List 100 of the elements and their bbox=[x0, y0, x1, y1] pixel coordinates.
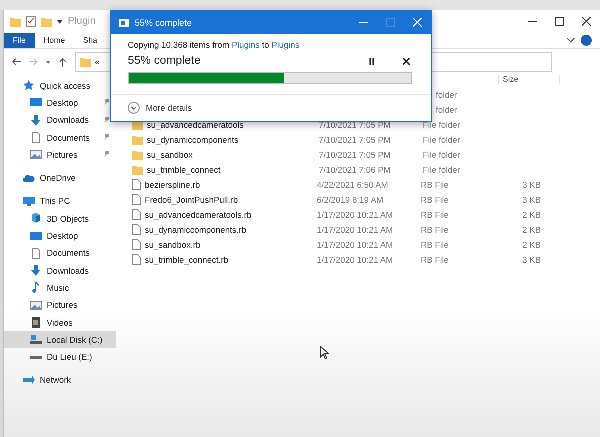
pause-icon bbox=[369, 58, 375, 64]
sidebar-item[interactable]: 3D Objects bbox=[4, 210, 116, 228]
music-icon bbox=[30, 282, 42, 294]
file-icon bbox=[132, 224, 141, 235]
pictures-icon bbox=[30, 300, 42, 311]
file-name[interactable]: su_advancedcameratools bbox=[147, 120, 319, 130]
file-name[interactable]: Fredo6_JointPushPull.rb bbox=[145, 194, 317, 204]
properties-icon[interactable] bbox=[26, 16, 36, 27]
sidebar-item[interactable]: Network bbox=[4, 372, 116, 390]
cloud-icon bbox=[23, 172, 35, 184]
star-icon bbox=[23, 80, 35, 92]
file-name[interactable]: su_sandbox.rb bbox=[145, 240, 317, 250]
date-cell-text: 1/17/2020 10:21 AM bbox=[317, 224, 394, 234]
folder-icon bbox=[132, 134, 143, 144]
sidebar-item[interactable]: Local Disk (C:) bbox=[4, 331, 116, 348]
size-cell-text: 2 KB bbox=[522, 240, 541, 250]
type-cell-text: File folder bbox=[423, 150, 462, 160]
folder-icon bbox=[10, 16, 21, 26]
size-cell-text: 3 KB bbox=[522, 254, 541, 264]
sidebar-item[interactable]: Documents bbox=[4, 128, 116, 146]
type-cell-text: RB File bbox=[421, 254, 450, 264]
document-icon bbox=[30, 132, 42, 144]
download-icon bbox=[30, 114, 42, 126]
sidebar-item[interactable]: Pictures bbox=[4, 146, 116, 164]
file-name[interactable]: su_trimble_connect bbox=[147, 164, 319, 174]
cube-icon bbox=[30, 213, 42, 224]
download-icon bbox=[30, 265, 42, 276]
size-cell-text: 2 KB bbox=[522, 224, 541, 234]
desktop-icon bbox=[30, 230, 42, 242]
type-cell-text: RB File bbox=[421, 210, 450, 220]
file-name[interactable]: su_advancedcameratools.rb bbox=[145, 210, 317, 220]
sidebar-item[interactable]: Downloads bbox=[4, 112, 116, 129]
ribbon-tab[interactable]: File bbox=[4, 33, 35, 48]
type-cell-text: RB File bbox=[421, 240, 450, 250]
sidebar-item[interactable]: This PC bbox=[4, 192, 116, 210]
file-icon bbox=[132, 209, 141, 220]
date-cell-text: 1/17/2020 10:21 AM bbox=[317, 254, 394, 264]
type-cell-text: RB File bbox=[421, 194, 450, 204]
close-icon bbox=[402, 58, 410, 64]
sidebar-item[interactable]: Desktop bbox=[4, 227, 116, 245]
type-cell-text: File folder bbox=[423, 164, 462, 174]
file-icon bbox=[132, 194, 141, 205]
date-cell-text: 1/17/2020 10:21 AM bbox=[317, 240, 394, 250]
folder-icon bbox=[132, 150, 143, 160]
destination-link[interactable]: Plugins bbox=[272, 40, 300, 50]
date-cell-text: 7/10/2021 7:05 PM bbox=[319, 134, 392, 144]
type-cell-text: folder bbox=[436, 104, 458, 114]
copy-icon bbox=[119, 18, 129, 26]
help-icon[interactable] bbox=[581, 35, 592, 46]
type-cell-text: folder bbox=[436, 90, 458, 100]
chevron-down-icon[interactable] bbox=[567, 38, 575, 43]
dropdown-icon[interactable] bbox=[57, 19, 63, 24]
date-cell-text: 7/10/2021 7:05 PM bbox=[319, 150, 392, 160]
sidebar-item[interactable]: Videos bbox=[4, 314, 116, 332]
close-icon bbox=[413, 18, 422, 27]
type-cell-text: RB File bbox=[421, 224, 450, 234]
pictures-icon bbox=[30, 149, 42, 160]
folder-icon bbox=[132, 164, 143, 174]
sidebar-item[interactable]: Quick access bbox=[4, 77, 116, 94]
progress-status: 55% complete bbox=[128, 55, 202, 67]
address-text: « bbox=[95, 57, 100, 67]
sidebar-item[interactable]: OneDrive bbox=[4, 169, 116, 187]
sidebar-item[interactable]: Documents bbox=[4, 244, 116, 262]
date-cell-text: 1/17/2020 10:21 AM bbox=[317, 210, 394, 220]
sidebar-item[interactable]: Downloads bbox=[4, 262, 116, 280]
source-link[interactable]: Plugins bbox=[232, 40, 260, 50]
file-name[interactable]: bezierspline.rb bbox=[145, 180, 317, 190]
video-icon bbox=[30, 317, 42, 328]
back-icon[interactable] bbox=[12, 58, 21, 66]
file-name[interactable]: su_dynamiccomponents.rb bbox=[145, 224, 317, 234]
file-icon bbox=[132, 179, 141, 190]
more-details-button[interactable]: More details bbox=[128, 102, 192, 114]
folder-icon bbox=[80, 57, 91, 67]
dialog-title: 55% complete bbox=[135, 18, 192, 28]
network-icon bbox=[23, 374, 35, 386]
file-name[interactable]: su_sandbox bbox=[147, 150, 319, 160]
size-cell-text: 3 KB bbox=[522, 180, 541, 190]
cursor-icon bbox=[320, 346, 329, 360]
sidebar-item[interactable]: Pictures bbox=[4, 296, 116, 314]
date-cell-text: 6/2/2019 8:19 AM bbox=[317, 194, 385, 204]
drive-icon bbox=[30, 356, 42, 359]
type-cell-text: File folder bbox=[423, 120, 462, 130]
column-header[interactable]: Size bbox=[498, 74, 560, 84]
document-icon bbox=[30, 248, 42, 259]
file-icon bbox=[132, 254, 141, 265]
file-name[interactable]: su_dynamiccomponents bbox=[147, 134, 319, 144]
date-cell-text: 4/22/2021 6:50 AM bbox=[317, 180, 390, 190]
size-cell-text: 3 KB bbox=[522, 194, 541, 204]
type-cell-text: File folder bbox=[423, 134, 462, 144]
copy-message: Copying 10,368 items from Plugins to Plugins bbox=[128, 40, 301, 50]
up-icon[interactable] bbox=[59, 58, 67, 66]
maximize-icon bbox=[555, 17, 564, 26]
disk-icon bbox=[30, 334, 42, 346]
type-cell-text: RB File bbox=[421, 180, 450, 190]
size-cell-text: 2 KB bbox=[522, 210, 541, 220]
sidebar-item[interactable]: Desktop bbox=[4, 94, 116, 112]
file-name[interactable]: su_trimble_connect.rb bbox=[145, 254, 317, 264]
close-icon bbox=[582, 17, 591, 26]
sidebar-item[interactable]: Music bbox=[4, 279, 116, 297]
sidebar-item[interactable]: Du Lieu (E:) bbox=[4, 348, 116, 366]
